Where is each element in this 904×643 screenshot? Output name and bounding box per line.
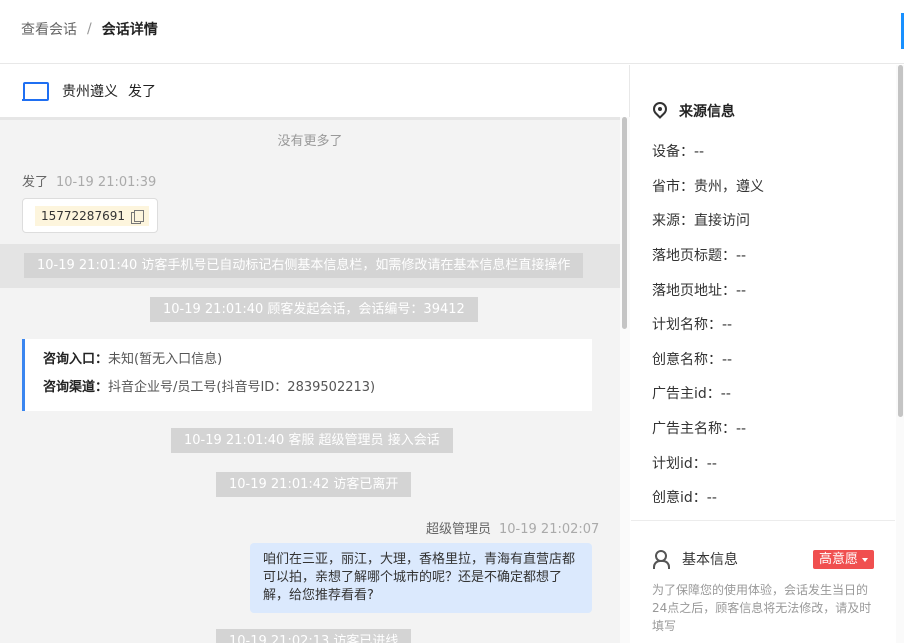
channel-value: 抖音企业号/员工号(抖音号ID：2839502213) — [108, 380, 376, 395]
basic-info-label: 基本信息 — [682, 552, 738, 568]
breadcrumb-current: 会话详情 — [101, 22, 158, 38]
system-notice: 10-19 21:01:42 访客已离开 — [216, 472, 412, 497]
section-divider — [631, 520, 895, 521]
copy-icon[interactable] — [130, 209, 144, 224]
visitor-name: 发了 — [128, 84, 156, 100]
phone-number: 15772287691 — [41, 209, 125, 223]
chat-scrollbar[interactable] — [620, 117, 630, 643]
landing-page-url: 落地页地址：-- — [652, 283, 747, 299]
system-notice: 10-19 21:01:40 顾客发起会话，会话编号：39412 — [150, 297, 478, 322]
system-notice: 10-19 21:01:40 客服 超级管理员 接入会话 — [171, 428, 453, 453]
source-origin: 来源：直接访问 — [652, 213, 750, 229]
system-notice: 10-19 21:02:13 访客已进线 — [216, 629, 412, 643]
plan-name: 计划名称：-- — [652, 317, 733, 333]
consult-entry-card: 咨询入口：未知(暂无入口信息) 咨询渠道：抖音企业号/员工号(抖音号ID：283… — [22, 339, 592, 411]
desktop-icon — [22, 81, 49, 101]
chat-history[interactable]: 没有更多了 发了 10-19 21:01:39 15772287691 10-19… — [0, 117, 620, 643]
caret-down-icon — [862, 557, 869, 562]
phone-message: 15772287691 — [22, 198, 158, 233]
no-more-label: 没有更多了 — [277, 134, 343, 149]
intent-tag-label: 高意愿 — [819, 552, 859, 567]
message-sender: 超级管理员 — [426, 522, 492, 537]
basic-info-title: 基本信息 — [653, 549, 738, 569]
system-notice: 10-19 21:01:40 访客手机号已自动标记右侧基本信息栏，如需修改请在基… — [24, 253, 584, 278]
intent-tag-dropdown[interactable]: 高意愿 — [813, 550, 875, 569]
message-time: 10-19 21:01:39 — [56, 175, 157, 190]
location-pin-icon — [653, 102, 667, 120]
basic-info-note: 为了保障您的使用体验，会话发生当日的24点之后，顾客信息将无法修改，请及时填写 — [652, 583, 872, 633]
scrollbar-thumb[interactable] — [898, 65, 903, 417]
person-icon — [653, 550, 673, 569]
message-sender: 发了 — [22, 175, 49, 190]
conversation-panel: 贵州遵义 发了 没有更多了 发了 10-19 21:01:39 157722876… — [0, 65, 630, 643]
scrollbar-thumb[interactable] — [622, 117, 627, 329]
breadcrumb-separator: / — [87, 21, 92, 37]
info-scrollbar[interactable] — [896, 65, 904, 643]
source-region: 省市：贵州，遵义 — [652, 179, 764, 195]
visitor-location: 贵州遵义 — [62, 84, 118, 100]
advertiser-name: 广告主名称：-- — [652, 421, 747, 437]
breadcrumb-view-sessions[interactable]: 查看会话 — [21, 19, 77, 39]
breadcrumb: 查看会话 / 会话详情 — [21, 19, 158, 39]
agent-message-bubble: 咱们在三亚，丽江，大理，香格里拉，青海有直营店都可以拍，亲想了解哪个城市的呢？还… — [250, 543, 592, 613]
info-panel: 来源信息 设备：-- 省市：贵州，遵义 来源：直接访问 落地页标题：-- 落地页… — [631, 65, 895, 643]
page-header: 查看会话 / 会话详情 — [0, 0, 904, 64]
advertiser-id: 广告主id：-- — [652, 386, 731, 402]
creative-name: 创意名称：-- — [652, 352, 733, 368]
message-meta: 超级管理员 10-19 21:02:07 — [426, 518, 599, 537]
entry-label: 咨询入口： — [43, 352, 109, 367]
channel-label: 咨询渠道： — [43, 380, 109, 395]
source-info-title: 来源信息 — [653, 101, 735, 121]
entry-value: 未知(暂无入口信息) — [108, 352, 223, 367]
creative-id: 创意id：-- — [652, 490, 717, 506]
phone-number-tag[interactable]: 15772287691 — [35, 206, 149, 226]
message-time: 10-19 21:02:07 — [499, 522, 600, 537]
message-meta: 发了 10-19 21:01:39 — [22, 171, 156, 190]
landing-page-title: 落地页标题：-- — [652, 248, 747, 264]
source-info-label: 来源信息 — [679, 104, 735, 120]
plan-id: 计划id：-- — [652, 456, 717, 472]
source-device: 设备：-- — [652, 144, 705, 160]
visitor-header: 贵州遵义 发了 — [0, 65, 630, 117]
